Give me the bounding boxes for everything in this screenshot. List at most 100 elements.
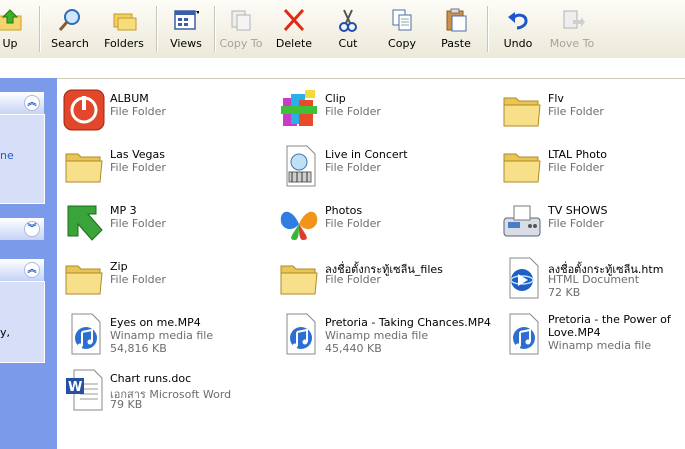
views-button[interactable]: Views bbox=[164, 4, 208, 54]
file-item[interactable]: ALBUM File Folder bbox=[58, 84, 273, 136]
search-icon bbox=[57, 8, 83, 32]
file-item[interactable]: W Chart runs.doc เอกสาร Microsoft Word 7… bbox=[58, 364, 273, 416]
file-size: 45,440 KB bbox=[325, 342, 382, 355]
file-type: Winamp media file bbox=[548, 339, 652, 352]
folder-icon bbox=[500, 144, 544, 188]
file-name: Flv bbox=[548, 92, 564, 105]
folder-icon bbox=[277, 256, 321, 300]
file-name: Pretoria - Taking Chances.MP4 bbox=[325, 316, 491, 329]
file-item[interactable]: Live in Concert File Folder bbox=[273, 140, 488, 192]
cut-label: Cut bbox=[338, 37, 358, 50]
collapse-chevron-icon[interactable]: ︽ bbox=[24, 95, 40, 111]
file-type: File Folder bbox=[110, 217, 166, 230]
copy-label: Copy bbox=[388, 37, 416, 50]
up-button[interactable]: Up bbox=[0, 4, 28, 54]
winrar-icon bbox=[277, 88, 321, 132]
svg-text:W: W bbox=[68, 380, 82, 395]
file-type: File Folder bbox=[325, 161, 381, 174]
file-type: File Folder bbox=[110, 105, 166, 118]
folder-icon bbox=[500, 88, 544, 132]
file-type: File Folder bbox=[548, 217, 604, 230]
delete-button[interactable]: Delete bbox=[273, 4, 315, 54]
file-name: Live in Concert bbox=[325, 148, 408, 161]
file-item[interactable]: Zip File Folder bbox=[58, 252, 273, 304]
cut-button[interactable]: Cut bbox=[330, 4, 366, 54]
up-label: Up bbox=[2, 37, 18, 50]
file-item[interactable]: Flv File Folder bbox=[496, 84, 685, 136]
delete-label: Delete bbox=[275, 37, 313, 50]
file-name: Photos bbox=[325, 204, 363, 217]
folders-label: Folders bbox=[104, 37, 144, 50]
copy-icon bbox=[389, 8, 415, 32]
task-pane-section: y, bbox=[0, 281, 45, 363]
file-item[interactable]: TV SHOWS File Folder bbox=[496, 196, 685, 248]
winamp-media-icon bbox=[277, 312, 321, 356]
folders-button[interactable]: Folders bbox=[100, 4, 148, 54]
expand-chevron-icon[interactable]: ︾ bbox=[24, 221, 40, 237]
delete-icon bbox=[281, 8, 307, 32]
file-type: File Folder bbox=[325, 105, 381, 118]
file-name: Chart runs.doc bbox=[110, 372, 192, 385]
file-name: Eyes on me.MP4 bbox=[110, 316, 201, 329]
paste-button[interactable]: Paste bbox=[437, 4, 475, 54]
folders-icon bbox=[111, 8, 137, 32]
folder-up-icon bbox=[0, 8, 23, 32]
file-item[interactable]: Eyes on me.MP4 Winamp media file 54,816 … bbox=[58, 308, 273, 360]
power-red-icon bbox=[62, 88, 106, 132]
fax-icon bbox=[500, 200, 544, 244]
file-name: Las Vegas bbox=[110, 148, 165, 161]
folder-icon bbox=[62, 256, 106, 300]
file-item[interactable]: Pretoria - Taking Chances.MP4 Winamp med… bbox=[273, 308, 491, 360]
views-label: Views bbox=[170, 37, 202, 50]
file-name: MP 3 bbox=[110, 204, 137, 217]
search-label: Search bbox=[51, 37, 89, 50]
folder-icon bbox=[62, 144, 106, 188]
file-size: 72 KB bbox=[548, 286, 581, 299]
copy-to-button[interactable]: Copy To bbox=[218, 4, 264, 54]
file-name: ALBUM bbox=[110, 92, 149, 105]
file-name: TV SHOWS bbox=[548, 204, 608, 217]
task-pane-header[interactable]: ︽ bbox=[0, 92, 44, 114]
file-name: Pretoria - the Power of Love.MP4 bbox=[548, 313, 671, 339]
toolbar-separator bbox=[487, 6, 489, 52]
file-size: 54,816 KB bbox=[110, 342, 167, 355]
task-pane-text: y, bbox=[0, 326, 11, 339]
file-type: File Folder bbox=[548, 105, 604, 118]
file-type: Winamp media file bbox=[110, 329, 214, 342]
file-type: File Folder bbox=[325, 217, 381, 230]
file-name: Clip bbox=[325, 92, 346, 105]
search-button[interactable]: Search bbox=[48, 4, 92, 54]
move-to-button[interactable]: Move To bbox=[548, 4, 596, 54]
word-document-icon: W bbox=[62, 368, 106, 412]
collapse-chevron-icon[interactable]: ︽ bbox=[24, 262, 40, 278]
file-item[interactable]: ลงชื่อตั้งกระทู้เซลีน_files File Folder bbox=[273, 252, 488, 304]
task-pane: ︽ ne ︾ ︽ y, bbox=[0, 78, 57, 449]
file-type: File Folder bbox=[110, 161, 166, 174]
copy-button[interactable]: Copy bbox=[383, 4, 421, 54]
views-icon bbox=[173, 8, 200, 32]
file-item[interactable]: Clip File Folder bbox=[273, 84, 488, 136]
undo-button[interactable]: Undo bbox=[500, 4, 536, 54]
file-item[interactable]: Photos File Folder bbox=[273, 196, 488, 248]
file-item[interactable]: MP 3 File Folder bbox=[58, 196, 273, 248]
file-name: LTAL Photo bbox=[548, 148, 608, 161]
winamp-media-icon bbox=[500, 312, 544, 356]
task-pane-header[interactable]: ︾ bbox=[0, 218, 44, 240]
file-item[interactable]: Pretoria - the Power of Love.MP4 Winamp … bbox=[496, 308, 685, 360]
file-type: File Folder bbox=[548, 161, 604, 174]
task-pane-section: ne bbox=[0, 114, 45, 204]
move-to-icon bbox=[559, 8, 585, 32]
file-type: HTML Document bbox=[548, 273, 640, 286]
file-item[interactable]: ลงชื่อตั้งกระทู้เซลีน.htm HTML Document … bbox=[496, 252, 685, 304]
paste-icon bbox=[443, 8, 469, 32]
toolbar-separator bbox=[39, 6, 41, 52]
paste-label: Paste bbox=[441, 37, 471, 50]
file-item[interactable]: Las Vegas File Folder bbox=[58, 140, 273, 192]
html-document-icon bbox=[500, 256, 544, 300]
file-type: File Folder bbox=[110, 273, 166, 286]
task-pane-text[interactable]: ne bbox=[0, 149, 14, 162]
file-type: File Folder bbox=[325, 273, 381, 286]
toolbar-separator bbox=[156, 6, 158, 52]
task-pane-header[interactable]: ︽ bbox=[0, 259, 44, 281]
file-item[interactable]: LTAL Photo File Folder bbox=[496, 140, 685, 192]
